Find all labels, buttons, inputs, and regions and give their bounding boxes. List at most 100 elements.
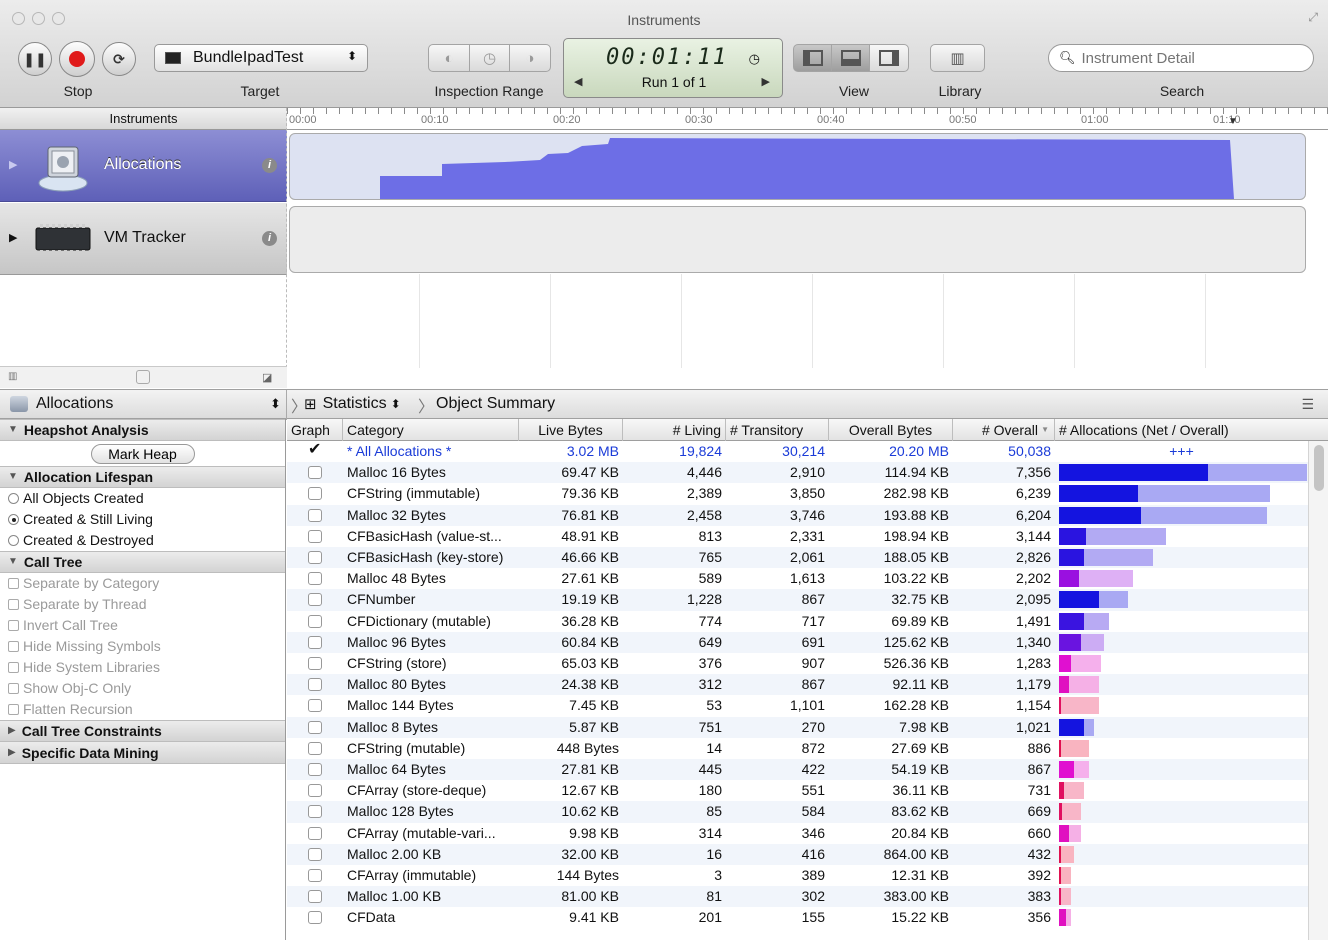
- instrument-selector[interactable]: Allocations: [10, 395, 113, 413]
- fullscreen-icon[interactable]: ⤢: [1308, 10, 1318, 25]
- table-row[interactable]: CFArray (mutable-vari... 9.98 KB 314 346 20.…: [287, 823, 1308, 844]
- section-call-tree-constraints[interactable]: ▶ Call Tree Constraints: [0, 720, 285, 742]
- radio-button[interactable]: [8, 493, 19, 504]
- checkbox[interactable]: [8, 599, 19, 610]
- calltree-option[interactable]: Separate by Thread: [0, 594, 285, 615]
- graph-checkbox[interactable]: [308, 508, 322, 522]
- table-row[interactable]: Malloc 96 Bytes 60.84 KB 649 691 125.62 KB 1,…: [287, 631, 1308, 653]
- table-row[interactable]: CFNumber 19.19 KB 1,228 867 32.75 KB 2,095: [287, 589, 1308, 611]
- inspection-end-button[interactable]: ◑: [509, 44, 551, 72]
- view-bottom-pane-button[interactable]: [831, 44, 870, 72]
- column-header-live-bytes[interactable]: Live Bytes: [519, 419, 623, 441]
- info-icon[interactable]: i: [262, 231, 277, 246]
- checkbox[interactable]: [8, 683, 19, 694]
- record-stop-button[interactable]: [59, 41, 95, 77]
- track-vm-tracker[interactable]: ▶ VM Tracker i: [0, 203, 287, 275]
- view-right-pane-button[interactable]: [869, 44, 909, 72]
- graph-checkbox[interactable]: [308, 466, 322, 480]
- vertical-scrollbar[interactable]: [1308, 441, 1328, 940]
- graph-checkbox[interactable]: [308, 805, 322, 819]
- graph-checkbox[interactable]: [308, 911, 322, 925]
- graph-checkbox[interactable]: [308, 593, 322, 607]
- graph-checkbox[interactable]: [308, 614, 322, 628]
- checkbox[interactable]: [8, 662, 19, 673]
- calltree-option[interactable]: Show Obj-C Only: [0, 678, 285, 699]
- graph-checkbox[interactable]: [308, 572, 322, 586]
- graph-checkbox[interactable]: [308, 847, 322, 861]
- calltree-option[interactable]: Separate by Category: [0, 573, 285, 594]
- clock-icon[interactable]: ◷: [749, 51, 760, 67]
- table-row[interactable]: Malloc 48 Bytes 27.61 KB 589 1,613 103.22 KB…: [287, 568, 1308, 589]
- graph-checkbox[interactable]: [308, 763, 322, 776]
- checkbox[interactable]: [8, 641, 19, 652]
- updown-arrows-icon[interactable]: ⬍: [270, 396, 281, 412]
- column-header-transitory[interactable]: # Transitory: [726, 419, 829, 441]
- graph-checkbox[interactable]: [308, 720, 322, 734]
- track-allocations[interactable]: ▶ Allocations i: [0, 130, 287, 202]
- table-row[interactable]: Malloc 128 Bytes 10.62 KB 85 584 83.62 KB 669: [287, 801, 1308, 823]
- view-left-pane-button[interactable]: [793, 44, 832, 72]
- scrollbar-thumb[interactable]: [1314, 445, 1324, 491]
- loop-button[interactable]: ⟳: [102, 42, 136, 76]
- info-icon[interactable]: i: [262, 158, 277, 173]
- vm-tracker-graph[interactable]: [289, 206, 1306, 273]
- graph-checkbox[interactable]: [308, 890, 322, 904]
- checkbox[interactable]: [8, 620, 19, 631]
- section-lifespan[interactable]: ▼ Allocation Lifespan: [0, 466, 285, 488]
- graph-style-icon[interactable]: ▥: [8, 371, 17, 382]
- time-ruler[interactable]: 00:00 00:10 00:20 00:30 00:40 00:50 01:0…: [287, 108, 1328, 130]
- table-row[interactable]: Malloc 1.00 KB 81.00 KB 81 302 383.00 KB 383: [287, 886, 1308, 908]
- graph-checkbox[interactable]: [308, 826, 322, 840]
- playhead-icon[interactable]: ▼: [1228, 116, 1238, 127]
- checkbox[interactable]: [8, 578, 19, 589]
- table-row[interactable]: Malloc 80 Bytes 24.38 KB 312 867 92.11 KB 1,1…: [287, 674, 1308, 696]
- table-row[interactable]: ✔ * All Allocations * 3.02 MB 19,824 30,214 2…: [287, 441, 1308, 462]
- graph-checkbox[interactable]: [308, 487, 322, 501]
- radio-button-selected[interactable]: [8, 514, 19, 525]
- detail-toggle-icon[interactable]: ◪: [262, 371, 272, 384]
- table-row[interactable]: CFDictionary (mutable) 36.28 KB 774 717 69.8…: [287, 611, 1308, 632]
- graph-checkbox[interactable]: [308, 699, 322, 713]
- search-input[interactable]: [1081, 49, 1282, 67]
- graph-checkbox[interactable]: [308, 529, 322, 543]
- radio-button[interactable]: [8, 535, 19, 546]
- breadcrumb-object-summary[interactable]: Object Summary: [436, 395, 555, 413]
- list-menu-icon[interactable]: ☰: [1301, 396, 1314, 413]
- breadcrumb-view[interactable]: ⊞ Statistics ⬍: [304, 395, 401, 413]
- table-row[interactable]: Malloc 32 Bytes 76.81 KB 2,458 3,746 193.88 …: [287, 504, 1308, 526]
- disclosure-triangle-icon[interactable]: ▶: [9, 231, 17, 244]
- table-row[interactable]: CFBasicHash (key-store) 46.66 KB 765 2,061 1…: [287, 547, 1308, 569]
- table-row[interactable]: CFArray (immutable) 144 Bytes 3 389 12.31 KB…: [287, 865, 1308, 886]
- section-heapshot[interactable]: ▼ Heapshot Analysis: [0, 419, 285, 441]
- track-size-icon[interactable]: [136, 370, 150, 384]
- calltree-option[interactable]: Flatten Recursion: [0, 699, 285, 720]
- allocations-graph[interactable]: [289, 133, 1306, 200]
- mark-heap-button[interactable]: Mark Heap: [90, 444, 195, 464]
- table-row[interactable]: Malloc 8 Bytes 5.87 KB 751 270 7.98 KB 1,021: [287, 716, 1308, 738]
- graph-checkbox[interactable]: [308, 551, 322, 564]
- graph-checkbox[interactable]: [308, 678, 322, 692]
- calltree-option[interactable]: Invert Call Tree: [0, 615, 285, 636]
- section-call-tree[interactable]: ▼ Call Tree: [0, 551, 285, 573]
- pause-button[interactable]: ❚❚: [18, 42, 52, 76]
- table-row[interactable]: Malloc 2.00 KB 32.00 KB 16 416 864.00 KB 432: [287, 843, 1308, 865]
- graph-checkbox[interactable]: [308, 657, 322, 670]
- column-header-overall-bytes[interactable]: Overall Bytes: [829, 419, 953, 441]
- inspection-clear-button[interactable]: ◷: [469, 44, 510, 72]
- column-header-overall[interactable]: # Overall ▼: [953, 419, 1055, 441]
- lifespan-option[interactable]: All Objects Created: [0, 488, 285, 509]
- column-header-living[interactable]: # Living: [623, 419, 726, 441]
- table-row[interactable]: Malloc 64 Bytes 27.81 KB 445 422 54.19 KB 867: [287, 759, 1308, 781]
- graph-checkbox[interactable]: [308, 784, 322, 798]
- search-field[interactable]: 🔍︎: [1048, 44, 1314, 72]
- graph-checkbox-checked[interactable]: ✔: [308, 442, 322, 458]
- table-row[interactable]: CFArray (store-deque) 12.67 KB 180 551 36.11…: [287, 780, 1308, 801]
- next-run-button[interactable]: ▶: [762, 75, 770, 88]
- lifespan-option[interactable]: Created & Destroyed: [0, 530, 285, 551]
- table-row[interactable]: CFString (mutable) 448 Bytes 14 872 27.69 KB…: [287, 738, 1308, 759]
- target-selector[interactable]: BundleIpadTest ⬍: [154, 44, 368, 72]
- library-button[interactable]: ▥: [930, 44, 985, 72]
- column-header-category[interactable]: Category: [343, 419, 519, 441]
- column-header-allocations-graph[interactable]: # Allocations (Net / Overall): [1055, 419, 1308, 441]
- disclosure-triangle-icon[interactable]: ▶: [9, 158, 17, 171]
